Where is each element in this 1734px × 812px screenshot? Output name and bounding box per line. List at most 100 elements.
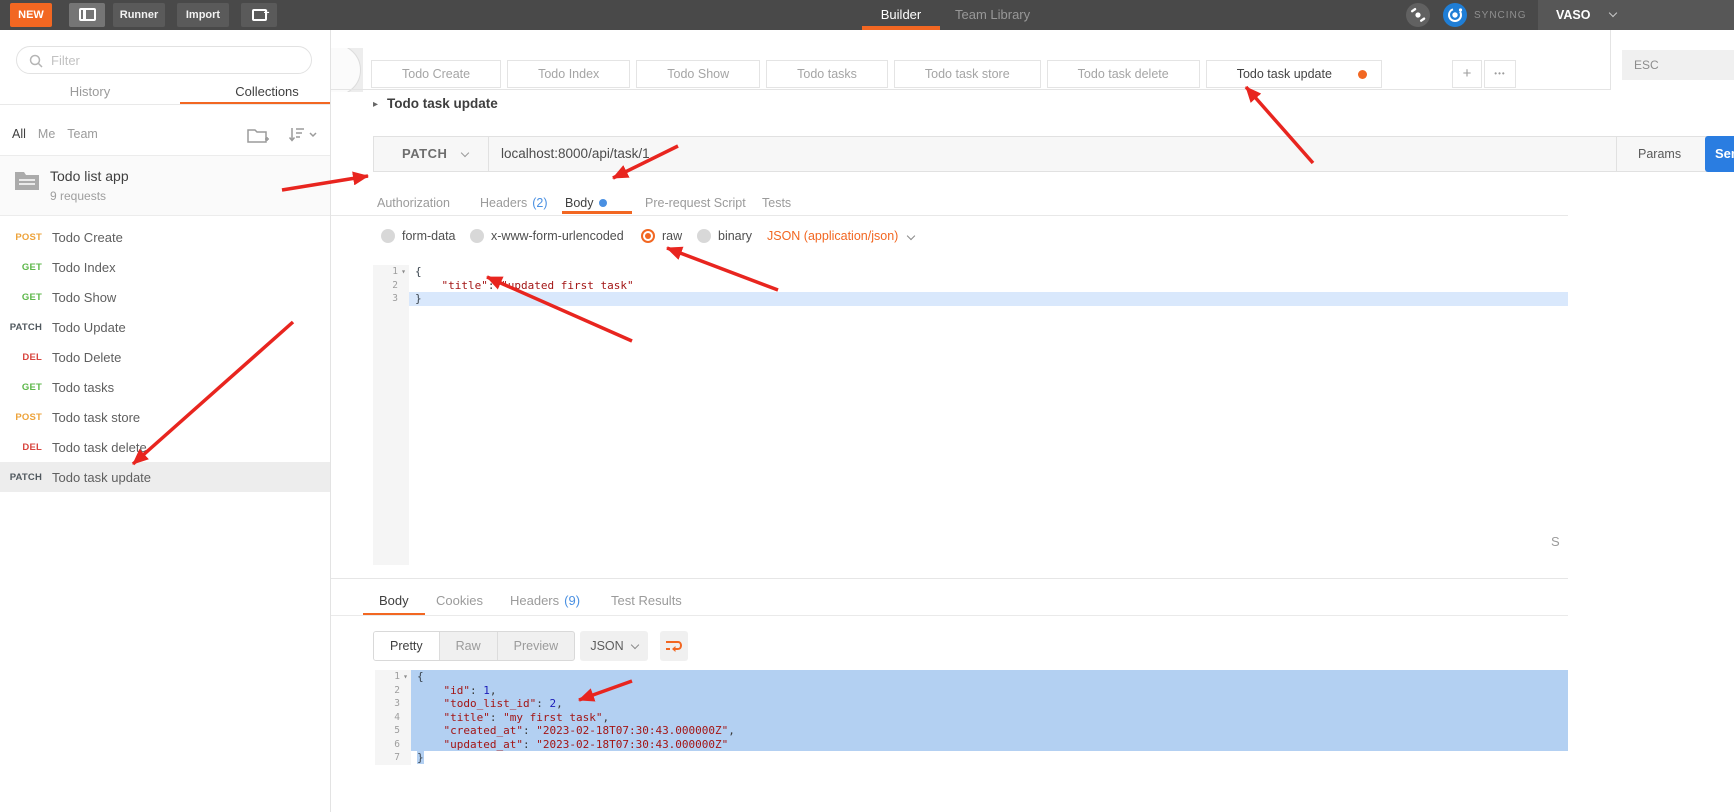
- request-tab-todo-index[interactable]: Todo Index: [507, 60, 630, 88]
- sidebar-request-todo-delete[interactable]: DELTodo Delete: [0, 342, 330, 372]
- response-tab-cookies[interactable]: Cookies: [436, 593, 483, 608]
- filter-search-box[interactable]: [16, 46, 312, 74]
- response-format-dropdown[interactable]: JSON: [580, 631, 648, 661]
- sort-icon[interactable]: [288, 126, 318, 144]
- tab-label: Todo task store: [925, 67, 1010, 81]
- method-badge: GET: [0, 382, 42, 393]
- request-tab-todo-task-delete[interactable]: Todo task delete: [1047, 60, 1200, 88]
- method-dropdown[interactable]: PATCH: [402, 137, 447, 171]
- code-line[interactable]: 5 "created_at": "2023-02-18T07:30:43.000…: [375, 724, 1568, 738]
- interceptor-icon[interactable]: [1406, 3, 1430, 27]
- new-window-button[interactable]: [241, 3, 277, 27]
- response-tab-test-results[interactable]: Test Results: [611, 593, 682, 608]
- response-view-mode-group: PrettyRawPreview: [373, 631, 575, 661]
- code-line[interactable]: 6 "updated_at": "2023-02-18T07:30:43.000…: [375, 738, 1568, 752]
- request-tab-todo-task-store[interactable]: Todo task store: [894, 60, 1041, 88]
- import-button[interactable]: Import: [177, 3, 229, 27]
- environment-selector[interactable]: ESC: [1622, 50, 1734, 80]
- fold-caret-icon[interactable]: ▾: [398, 265, 409, 279]
- view-mode-raw[interactable]: Raw: [440, 632, 498, 660]
- collection-item[interactable]: Todo list app 9 requests: [0, 155, 330, 216]
- runner-button[interactable]: Runner: [113, 3, 165, 27]
- new-window-icon: [252, 9, 267, 21]
- sync-icon[interactable]: [1443, 3, 1467, 27]
- sidebar-request-todo-index[interactable]: GETTodo Index: [0, 252, 330, 282]
- fold-caret-icon[interactable]: ▾: [400, 670, 411, 684]
- sidebar-toggle-icon: [79, 8, 96, 21]
- code-line[interactable]: 2 "title": "updated first task": [373, 279, 1568, 293]
- scope-filter-me[interactable]: Me: [38, 127, 55, 141]
- body-mode-form-data[interactable]: form-data: [381, 229, 456, 243]
- sidebar-toggle-button[interactable]: [69, 3, 105, 27]
- send-button[interactable]: Send: [1705, 136, 1734, 172]
- request-subtab-body[interactable]: Body: [565, 196, 607, 210]
- response-tab-headers[interactable]: Headers(9): [510, 593, 580, 608]
- view-mode-preview[interactable]: Preview: [498, 632, 574, 660]
- sidebar-request-todo-create[interactable]: POSTTodo Create: [0, 222, 330, 252]
- sidebar-request-todo-task-delete[interactable]: DELTodo task delete: [0, 432, 330, 462]
- tab-history[interactable]: History: [55, 84, 125, 99]
- content-type-dropdown[interactable]: JSON (application/json): [767, 229, 914, 243]
- method-badge: PATCH: [0, 322, 42, 333]
- tab-label: Todo Create: [402, 67, 470, 81]
- user-menu[interactable]: VASO: [1538, 0, 1734, 30]
- url-input[interactable]: localhost:8000/api/task/1: [501, 137, 650, 171]
- collapse-handle[interactable]: [331, 48, 361, 92]
- add-tab-button[interactable]: +: [1452, 60, 1482, 88]
- request-subtab-authorization[interactable]: Authorization: [377, 196, 450, 210]
- nav-tab-team-library[interactable]: Team Library: [955, 0, 1030, 30]
- request-name: Todo Delete: [52, 350, 121, 365]
- request-name: Todo task store: [52, 410, 140, 425]
- filter-input[interactable]: [51, 48, 301, 72]
- code-line[interactable]: 4 "title": "my first task",: [375, 711, 1568, 725]
- sidebar-request-todo-tasks[interactable]: GETTodo tasks: [0, 372, 330, 402]
- body-mode-binary[interactable]: binary: [697, 229, 752, 243]
- request-tab-todo-create[interactable]: Todo Create: [371, 60, 501, 88]
- code-line[interactable]: 2 "id": 1,: [375, 684, 1568, 698]
- divider: [0, 104, 330, 105]
- line-number: 1▾: [373, 265, 409, 279]
- method-badge: POST: [0, 412, 42, 423]
- body-mode-raw[interactable]: raw: [641, 229, 682, 243]
- params-button[interactable]: Params: [1638, 137, 1681, 171]
- divider: [1610, 30, 1611, 90]
- scope-filter-all[interactable]: All: [12, 127, 26, 141]
- radio-icon: [641, 229, 655, 243]
- new-folder-icon[interactable]: [246, 126, 270, 144]
- response-tab-body[interactable]: Body: [379, 593, 409, 608]
- body-mode-x-www-form-urlencoded[interactable]: x-www-form-urlencoded: [470, 229, 624, 243]
- request-tab-todo-task-update[interactable]: Todo task update: [1206, 60, 1382, 88]
- chevron-down-icon: [630, 640, 638, 648]
- tab-collections[interactable]: Collections: [205, 84, 329, 99]
- open-request-tabs: Todo Create Todo IndexTodo ShowTodo tasks…: [371, 60, 1382, 88]
- request-subtab-headers[interactable]: Headers(2): [480, 196, 548, 210]
- code-line[interactable]: 1▾{: [375, 670, 1568, 684]
- request-tab-todo-tasks[interactable]: Todo tasks: [766, 60, 888, 88]
- sidebar-request-todo-task-store[interactable]: POST Todo task store: [0, 402, 330, 432]
- request-subtab-tests[interactable]: Tests: [762, 196, 791, 210]
- sidebar-request-todo-show[interactable]: GETTodo Show: [0, 282, 330, 312]
- more-tabs-button[interactable]: •••: [1484, 60, 1516, 88]
- collapse-caret-icon[interactable]: ▸: [373, 99, 378, 110]
- scope-filter-team[interactable]: Team: [67, 127, 98, 141]
- view-mode-pretty[interactable]: Pretty: [374, 632, 440, 660]
- chevron-down-icon: [907, 232, 915, 240]
- code-line[interactable]: 3}: [373, 292, 1568, 306]
- response-body-editor[interactable]: 1▾{2 "id": 1,3 "todo_list_id": 2,4 "titl…: [375, 670, 1568, 765]
- request-subtab-pre-request-script[interactable]: Pre-request Script: [645, 196, 746, 210]
- subtab-label: Headers: [480, 196, 527, 210]
- request-body-editor[interactable]: 1▾{2 "title": "updated first task"3}: [373, 265, 1568, 306]
- body-set-dot: [599, 199, 607, 207]
- sidebar: History Collections All Me Team Todo list …: [0, 30, 331, 812]
- code-line[interactable]: 7}: [375, 751, 1568, 765]
- word-wrap-button[interactable]: [660, 631, 688, 661]
- sidebar-request-todo-task-update[interactable]: PATCHTodo task update: [0, 462, 330, 492]
- code-line[interactable]: 1▾{: [373, 265, 1568, 279]
- code-text: "title": "my first task",: [411, 711, 1568, 725]
- method-badge: GET: [0, 262, 42, 273]
- sidebar-request-todo-update[interactable]: PATCHTodo Update: [0, 312, 330, 342]
- new-button[interactable]: NEW: [10, 3, 52, 27]
- request-tab-todo-show[interactable]: Todo Show: [636, 60, 760, 88]
- code-line[interactable]: 3 "todo_list_id": 2,: [375, 697, 1568, 711]
- body-active-underline: [562, 211, 632, 214]
